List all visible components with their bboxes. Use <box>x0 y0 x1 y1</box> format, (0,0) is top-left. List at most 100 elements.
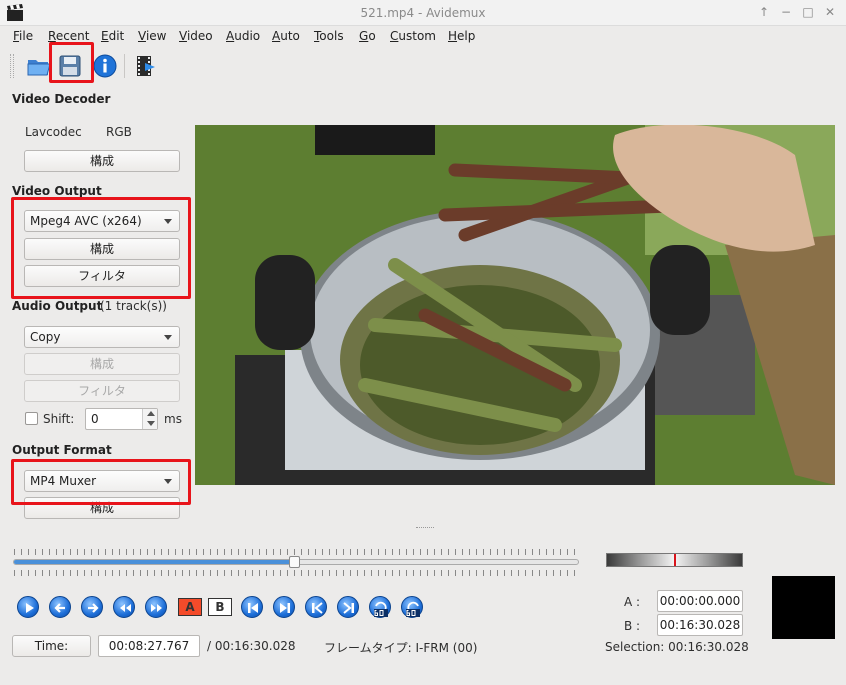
muxer-value: MP4 Muxer <box>30 474 97 488</box>
menu-edit[interactable]: Edit <box>101 29 124 43</box>
marker-b-field[interactable]: 00:16:30.028 <box>657 614 743 636</box>
video-codec-select[interactable]: Mpeg4 AVC (x264) <box>24 210 180 232</box>
marker-b-icon: B <box>215 600 225 614</box>
open-folder-button[interactable] <box>24 51 54 81</box>
chevron-down-icon <box>164 219 172 224</box>
video-output-heading: Video Output <box>12 184 102 198</box>
next-frame-button[interactable] <box>81 596 103 618</box>
next-keyframe-button[interactable] <box>145 596 167 618</box>
go-to-marker-a-button[interactable] <box>241 596 263 618</box>
menu-view[interactable]: View <box>138 29 166 43</box>
chevron-down-icon <box>164 479 172 484</box>
shift-unit: ms <box>164 412 182 426</box>
save-button[interactable] <box>55 51 85 81</box>
go-to-end-icon <box>280 603 290 613</box>
forward-one-minute-button[interactable] <box>401 596 423 618</box>
toolbar-grip <box>10 54 14 78</box>
previous-black-frame-button[interactable] <box>305 596 327 618</box>
fast-forward-icon <box>151 604 162 612</box>
rewind-icon <box>120 604 131 612</box>
audio-codec-select[interactable]: Copy <box>24 326 180 348</box>
audio-filter-button[interactable]: フィルタ <box>24 380 180 402</box>
decoder-config-button[interactable]: 構成 <box>24 150 180 172</box>
script-button[interactable] <box>131 51 161 81</box>
decoder-codec-label: Lavcodec <box>25 125 82 139</box>
output-format-heading: Output Format <box>12 443 112 457</box>
maximize-icon[interactable]: □ <box>801 5 815 19</box>
marker-a-field[interactable]: 00:00:00.000 <box>657 590 743 612</box>
chevron-down-icon <box>164 335 172 340</box>
video-preview <box>195 125 835 485</box>
menu-bar: File Recent Edit View Video Audio Auto Tools Go C… <box>0 26 846 46</box>
menu-audio[interactable]: Audio <box>226 29 260 43</box>
previous-keyframe-button[interactable] <box>113 596 135 618</box>
video-codec-value: Mpeg4 AVC (x264) <box>30 214 142 228</box>
toolbar <box>0 48 846 84</box>
title-bar: 521.mp4 - Avidemux ↑ − □ ✕ <box>0 0 846 26</box>
shift-checkbox[interactable] <box>25 412 38 425</box>
video-decoder-heading: Video Decoder <box>12 92 111 106</box>
skip-forward-icon <box>343 602 354 614</box>
play-button[interactable] <box>17 596 39 618</box>
minimize-icon[interactable]: − <box>779 5 793 19</box>
menu-file[interactable]: File <box>13 29 33 43</box>
set-marker-b-button[interactable]: B <box>208 598 232 616</box>
skip-back-icon <box>312 602 323 614</box>
current-time-field[interactable]: 00:08:27.767 <box>98 635 200 657</box>
audio-tracks-label: (1 track(s)) <box>100 299 167 313</box>
time-button[interactable]: Time: <box>12 635 91 657</box>
audio-codec-value: Copy <box>30 330 61 344</box>
info-icon <box>93 54 117 78</box>
next-black-frame-button[interactable] <box>337 596 359 618</box>
jog-shuttle[interactable] <box>606 553 743 567</box>
stepper-down-icon[interactable] <box>147 421 155 426</box>
muxer-select[interactable]: MP4 Muxer <box>24 470 180 492</box>
stepper-up-icon[interactable] <box>147 411 155 416</box>
arrow-left-icon <box>54 603 65 613</box>
frame-type-label: フレームタイプ: I-FRM (00) <box>324 641 478 655</box>
previous-frame-button[interactable] <box>49 596 71 618</box>
marker-b-label: B : <box>624 619 641 633</box>
back-one-minute-button[interactable] <box>369 596 391 618</box>
toolbar-separator <box>124 54 125 78</box>
keep-above-icon[interactable]: ↑ <box>757 5 771 19</box>
info-button[interactable] <box>90 51 120 81</box>
menu-video[interactable]: Video <box>179 29 213 43</box>
muxer-config-button[interactable]: 構成 <box>24 497 180 519</box>
selection-label: Selection: 00:16:30.028 <box>605 640 749 654</box>
decoder-format-label: RGB <box>106 125 132 139</box>
menu-auto[interactable]: Auto <box>272 29 300 43</box>
marker-a-icon: A <box>185 600 195 614</box>
film-script-icon <box>137 56 155 76</box>
open-folder-icon <box>27 60 51 76</box>
menu-custom[interactable]: Custom <box>390 29 436 43</box>
timeline-handle[interactable] <box>289 556 300 568</box>
secondary-preview <box>772 576 835 639</box>
timeline-ticks-top <box>14 549 579 555</box>
shift-label: Shift: <box>43 412 75 426</box>
arrow-right-icon <box>88 603 99 613</box>
jog-indicator <box>674 554 676 566</box>
menu-go[interactable]: Go <box>359 29 376 43</box>
marker-a-label: A : <box>624 595 641 609</box>
window-title: 521.mp4 - Avidemux <box>360 6 486 20</box>
audio-config-button[interactable]: 構成 <box>24 353 180 375</box>
video-config-button[interactable]: 構成 <box>24 238 180 260</box>
shift-stepper[interactable] <box>142 409 157 429</box>
rewind-60-icon <box>374 601 388 617</box>
set-marker-a-button[interactable]: A <box>178 598 202 616</box>
menu-help[interactable]: Help <box>448 29 475 43</box>
timeline-ticks-bottom <box>14 570 579 576</box>
menu-recent[interactable]: Recent <box>48 29 90 43</box>
splitter-handle[interactable] <box>416 527 434 529</box>
save-icon <box>59 55 81 77</box>
forward-60-icon <box>406 601 420 617</box>
go-to-start-icon <box>248 603 258 613</box>
close-icon[interactable]: ✕ <box>823 5 837 19</box>
video-filter-button[interactable]: フィルタ <box>24 265 180 287</box>
menu-tools[interactable]: Tools <box>314 29 344 43</box>
video-frame-image <box>195 125 835 485</box>
timeline-fill <box>14 560 296 564</box>
total-time-label: / 00:16:30.028 <box>207 639 296 653</box>
go-to-marker-b-button[interactable] <box>273 596 295 618</box>
